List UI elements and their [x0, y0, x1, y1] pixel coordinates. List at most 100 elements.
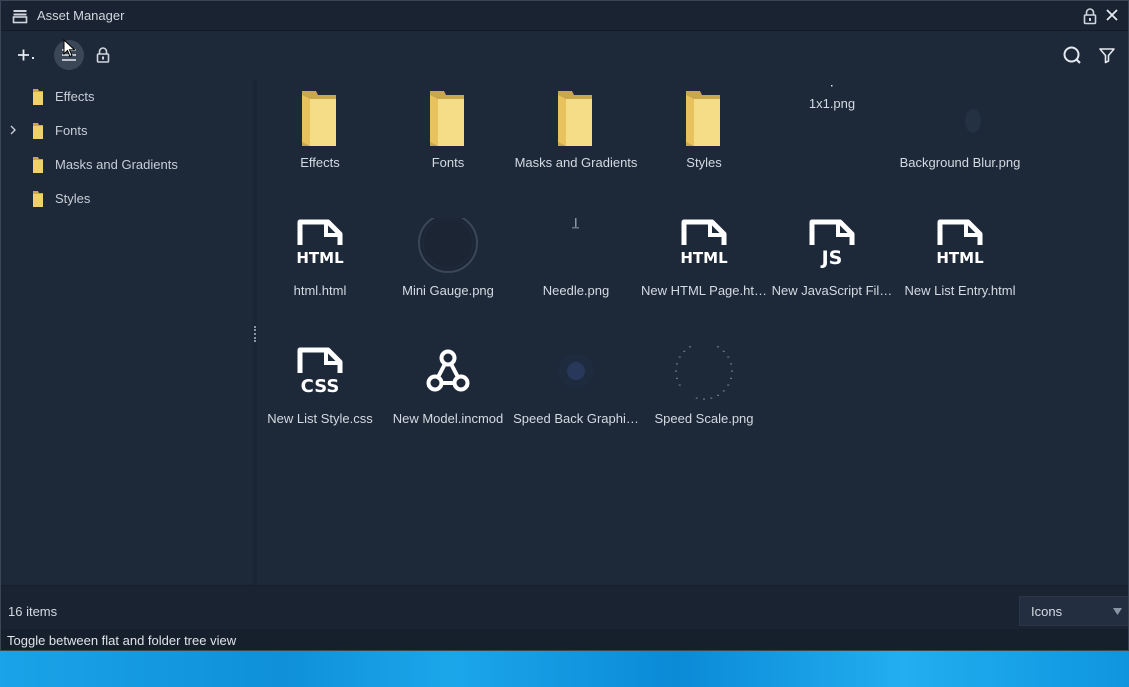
mouse-cursor-icon: [63, 39, 76, 58]
folder-icon: [33, 89, 43, 105]
folder-icon: [33, 191, 43, 207]
js-file-icon: JS: [809, 219, 855, 269]
asset-name: Background Blur.png: [899, 155, 1021, 170]
asset-tile-background-blur[interactable]: Background Blur.png: [897, 86, 1023, 206]
scale-tick: [717, 346, 719, 348]
image-thumbnail-icon: [831, 85, 833, 87]
lock-icon: [96, 47, 110, 63]
item-count: 16 items: [8, 604, 58, 619]
file-type-badge: HTML: [680, 249, 728, 267]
asset-name: Masks and Gradients: [514, 155, 638, 170]
asset-tile-new-list-style[interactable]: CSS New List Style.css: [257, 342, 383, 462]
scale-tick: [675, 377, 678, 379]
asset-name: New List Entry.html: [904, 283, 1016, 298]
asset-name: New JavaScript Fil…: [771, 283, 893, 298]
tree-item-masks-and-gradients[interactable]: Masks and Gradients: [1, 151, 253, 177]
file-type-badge: HTML: [296, 249, 344, 267]
tree-item-label: Fonts: [55, 123, 88, 138]
asset-tile-new-javascript-file[interactable]: JS New JavaScript Fil…: [769, 214, 895, 334]
scale-tick: [678, 356, 681, 358]
view-mode-select[interactable]: Icons: [1019, 596, 1128, 626]
asset-name: Effects: [300, 155, 340, 170]
scale-tick: [722, 350, 725, 352]
image-thumbnail-icon: [965, 109, 981, 133]
asset-name: Styles: [686, 155, 722, 170]
folder-icon: [430, 91, 464, 146]
close-icon[interactable]: [1104, 7, 1120, 23]
lock-icon[interactable]: [1082, 7, 1098, 25]
scale-tick: [675, 370, 677, 372]
plus-dropdown-icon: [18, 49, 34, 61]
folder-icon: [33, 157, 43, 173]
title-bar: Asset Manager: [1, 1, 1128, 31]
asset-name: html.html: [293, 283, 347, 298]
scale-tick: [727, 384, 730, 386]
scale-tick: [727, 356, 730, 358]
html-file-icon: HTML: [296, 219, 344, 267]
search-button[interactable]: [1057, 40, 1087, 70]
asset-tile-html-html[interactable]: HTML html.html: [257, 214, 383, 334]
tree-item-label: Styles: [55, 191, 91, 206]
lock-toolbar-button[interactable]: [88, 40, 118, 70]
scale-tick: [683, 350, 686, 352]
asset-tile-mini-gauge[interactable]: Mini Gauge.png: [385, 214, 511, 334]
model-graph-icon: [426, 349, 470, 392]
asset-name: New HTML Page.ht…: [641, 283, 767, 298]
toolbar: [1, 31, 1128, 79]
asset-tile-effects[interactable]: Effects: [257, 86, 383, 206]
asset-manager-window: Asset Manager Effects Fonts Masks and Gr…: [0, 0, 1129, 651]
folder-icon: [33, 123, 43, 139]
asset-tile-styles[interactable]: Styles: [641, 86, 767, 206]
search-icon: [1063, 46, 1081, 64]
asset-tile-new-model[interactable]: New Model.incmod: [385, 342, 511, 462]
scale-tick: [731, 370, 733, 372]
html-file-icon: HTML: [936, 219, 984, 267]
asset-tile-1x1-png[interactable]: 1x1.png: [769, 79, 895, 147]
asset-name: Fonts: [431, 155, 465, 170]
asset-name: Speed Scale.png: [654, 411, 754, 426]
scale-tick: [717, 394, 719, 396]
image-thumbnail-icon: [418, 218, 478, 273]
file-type-badge: JS: [820, 247, 843, 269]
scale-tick: [730, 377, 733, 379]
image-thumbnail-icon: [558, 353, 594, 389]
asset-tile-speed-scale[interactable]: Speed Scale.png: [641, 342, 767, 462]
asset-tile-fonts[interactable]: Fonts: [385, 86, 511, 206]
asset-name: Mini Gauge.png: [402, 283, 494, 298]
hint-text: Toggle between flat and folder tree view: [7, 633, 237, 648]
scale-tick: [703, 398, 705, 400]
asset-name: New List Style.css: [267, 411, 373, 426]
scale-tick: [678, 384, 681, 386]
asset-tile-needle[interactable]: Needle.png: [513, 214, 639, 334]
tree-item-label: Masks and Gradients: [55, 157, 178, 172]
filter-button[interactable]: [1092, 40, 1122, 70]
scale-tick: [689, 346, 691, 348]
asset-name: 1x1.png: [808, 96, 856, 111]
tree-item-styles[interactable]: Styles: [1, 185, 253, 211]
image-thumbnail-icon: [675, 346, 733, 400]
asset-name: New Model.incmod: [392, 411, 504, 426]
add-asset-button[interactable]: [10, 40, 40, 70]
asset-tile-speed-back-graphic[interactable]: Speed Back Graphi…: [513, 342, 639, 462]
scale-tick: [730, 363, 733, 365]
tree-item-effects[interactable]: Effects: [1, 83, 253, 109]
scale-tick: [710, 397, 713, 399]
tree-item-fonts[interactable]: Fonts: [1, 117, 253, 143]
chevron-right-icon[interactable]: [8, 124, 18, 136]
filter-icon: [1099, 48, 1115, 64]
caret-down-icon: [1113, 608, 1122, 615]
stack-icon: [12, 10, 28, 24]
scale-tick: [722, 390, 725, 392]
tree-item-label: Effects: [55, 89, 95, 104]
css-file-icon: CSS: [297, 347, 343, 397]
asset-tile-masks-and-gradients[interactable]: Masks and Gradients: [513, 86, 639, 206]
splitter-grip[interactable]: [254, 326, 256, 342]
asset-grid: Effects Fonts Masks and Gradients Styles…: [257, 79, 1128, 585]
asset-name: Needle.png: [542, 283, 610, 298]
asset-tile-new-list-entry[interactable]: HTML New List Entry.html: [897, 214, 1023, 334]
view-mode-value: Icons: [1031, 604, 1063, 619]
folder-icon: [302, 91, 336, 146]
status-bar: 16 items Icons: [1, 585, 1128, 629]
scale-tick: [675, 363, 678, 365]
asset-tile-new-html-page[interactable]: HTML New HTML Page.ht…: [641, 214, 767, 334]
